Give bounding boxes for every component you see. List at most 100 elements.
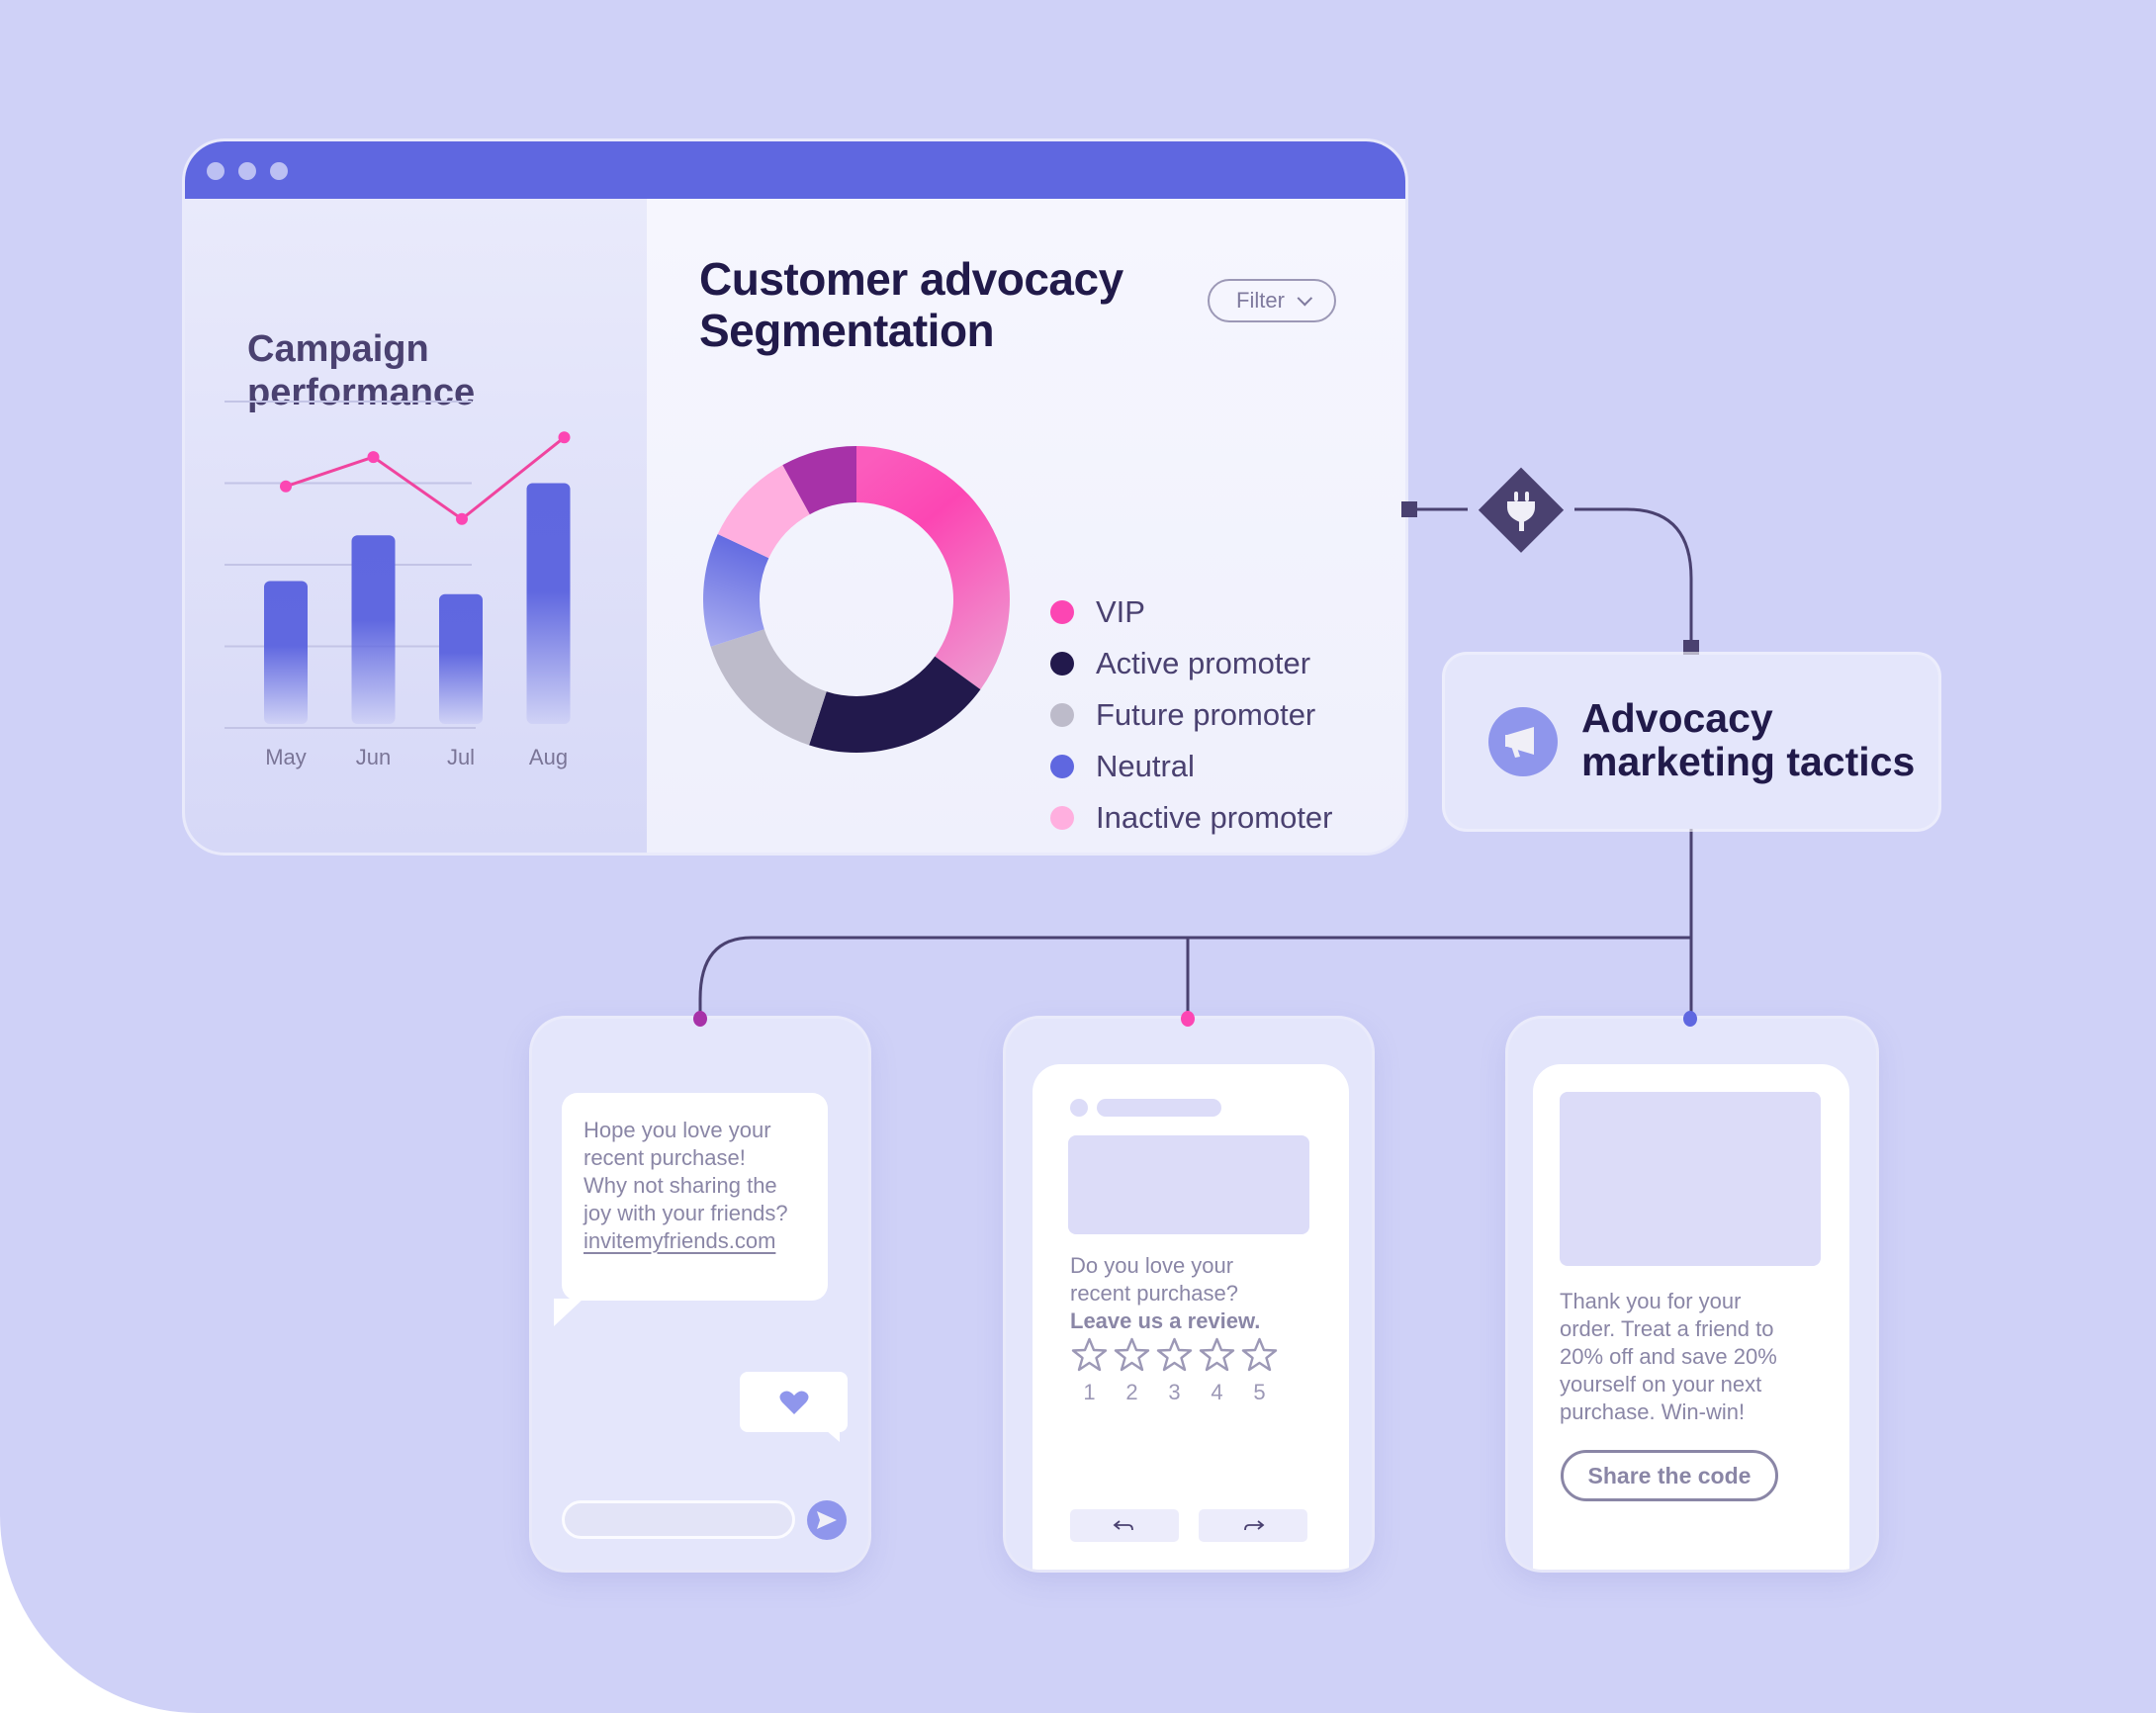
legend-item: Future promoter [1050, 689, 1333, 741]
star-number: 1 [1083, 1380, 1096, 1404]
advocacy-title-line1: Advocacy [1581, 695, 1773, 741]
text-line: order. Treat a friend to [1560, 1316, 1774, 1341]
dashboard-window: Campaign performance May Jun Jul Aug Custom… [185, 141, 1405, 853]
bar-may [264, 581, 308, 724]
forward-button[interactable] [1199, 1509, 1307, 1542]
star-icon [1071, 1337, 1108, 1372]
heart-icon [779, 1391, 808, 1414]
star-number: 4 [1211, 1380, 1223, 1404]
legend-item: Inactive promoter [1050, 792, 1333, 844]
text-line: Do you love your [1070, 1253, 1234, 1278]
text-line: Hope you love your [584, 1118, 771, 1142]
legend-label: Active promoter [1096, 646, 1311, 680]
chat-message-text: Hope you love your recent purchase! Why no… [584, 1117, 808, 1227]
star-icon [1199, 1337, 1235, 1372]
bubble-tail [826, 1430, 840, 1442]
reply-bubble [740, 1372, 848, 1432]
message-input[interactable] [562, 1500, 795, 1539]
legend-item: Lapsed [1050, 844, 1333, 853]
send-icon [817, 1511, 837, 1529]
bubble-tail [554, 1299, 584, 1326]
advocacy-tactics-title: Advocacy marketing tactics [1581, 696, 1915, 783]
review-screen: Do you love your recent purchase? Leave u… [1033, 1064, 1349, 1570]
line-point-aug [558, 431, 571, 444]
megaphone-icon [1488, 707, 1558, 776]
bar-aug [526, 483, 571, 724]
window-dot[interactable] [207, 162, 225, 180]
star-icon [1241, 1337, 1278, 1372]
advocacy-title-line2: marketing tactics [1581, 739, 1916, 784]
legend-label: Future promoter [1096, 697, 1316, 732]
star-rating: 1 2 3 4 5 [1071, 1337, 1278, 1405]
back-button[interactable] [1070, 1509, 1179, 1542]
bar-jun [351, 535, 396, 724]
legend-item: VIP [1050, 586, 1333, 638]
referral-message: Thank you for your order. Treat a friend … [1560, 1288, 1777, 1426]
skeleton-image [1560, 1092, 1821, 1266]
review-prompt: Do you love your recent purchase? Leave u… [1070, 1252, 1260, 1335]
star-number: 2 [1125, 1380, 1138, 1404]
segmentation-panel: Customer advocacy Segmentation Filter VI [647, 199, 1405, 853]
share-code-button[interactable]: Share the code [1561, 1450, 1778, 1501]
line-point-jul [456, 512, 468, 525]
legend-label: Inactive promoter [1096, 800, 1333, 835]
line-point-may [280, 480, 292, 493]
text-line: Thank you for your [1560, 1289, 1742, 1313]
text-line: joy with your friends? [584, 1201, 788, 1225]
star-2[interactable]: 2 [1114, 1337, 1150, 1405]
arrow-back-icon [1113, 1519, 1133, 1530]
arrow-forward-icon [1244, 1519, 1265, 1530]
phone-referral: Thank you for your order. Treat a friend … [1508, 1019, 1876, 1570]
window-dot[interactable] [238, 162, 256, 180]
text-line: Why not sharing the [584, 1173, 777, 1198]
star-3[interactable]: 3 [1156, 1337, 1193, 1405]
text-line: yourself on your next [1560, 1372, 1762, 1397]
skeleton-line [1097, 1099, 1221, 1117]
star-number: 5 [1253, 1380, 1266, 1404]
line-point-jun [367, 451, 380, 464]
donut-slice-future-promoter [710, 629, 827, 746]
phone-review: Do you love your recent purchase? Leave u… [1006, 1019, 1372, 1570]
invite-link[interactable]: invitemyfriends.com [584, 1227, 808, 1255]
window-titlebar [185, 141, 1405, 199]
month-label: Jul [447, 745, 475, 769]
window-dot[interactable] [270, 162, 288, 180]
phone-chat: Hope you love your recent purchase! Why no… [532, 1019, 868, 1570]
legend-label: Neutral [1096, 749, 1195, 783]
star-icon [1156, 1337, 1193, 1372]
legend-swatch [1050, 652, 1074, 676]
legend-item: Active promoter [1050, 638, 1333, 689]
campaign-chart: May Jun Jul Aug [225, 401, 571, 769]
donut-slice-vip [856, 446, 1010, 690]
text-line: recent purchase! [584, 1145, 746, 1170]
month-label: May [265, 745, 307, 769]
star-5[interactable]: 5 [1241, 1337, 1278, 1405]
legend-swatch [1050, 703, 1074, 727]
text-line: recent purchase? [1070, 1281, 1238, 1306]
text-line: purchase. Win-win! [1560, 1399, 1746, 1424]
segmentation-legend: VIP Active promoter Future promoter Neutral… [1050, 586, 1333, 853]
referral-screen: Thank you for your order. Treat a friend … [1533, 1064, 1849, 1570]
month-label: Aug [529, 745, 568, 769]
line-series [285, 436, 566, 521]
legend-swatch [1050, 755, 1074, 778]
legend-label: Lapsed [1096, 852, 1197, 853]
star-icon [1114, 1337, 1150, 1372]
star-number: 3 [1168, 1380, 1181, 1404]
star-4[interactable]: 4 [1199, 1337, 1235, 1405]
advocacy-tactics-card[interactable]: Advocacy marketing tactics [1445, 655, 1938, 829]
legend-item: Neutral [1050, 741, 1333, 792]
month-label: Jun [356, 745, 391, 769]
skeleton-image [1068, 1135, 1309, 1234]
review-cta: Leave us a review. [1070, 1308, 1261, 1333]
star-1[interactable]: 1 [1071, 1337, 1108, 1405]
bar-jul [439, 593, 483, 724]
legend-swatch [1050, 806, 1074, 830]
campaign-panel: Campaign performance May Jun Jul Aug [185, 199, 647, 853]
legend-label: VIP [1096, 594, 1145, 629]
send-button[interactable] [807, 1500, 847, 1540]
legend-swatch [1050, 600, 1074, 624]
skeleton-avatar [1070, 1099, 1088, 1117]
chat-message-bubble: Hope you love your recent purchase! Why no… [562, 1093, 828, 1301]
text-line: 20% off and save 20% [1560, 1344, 1777, 1369]
